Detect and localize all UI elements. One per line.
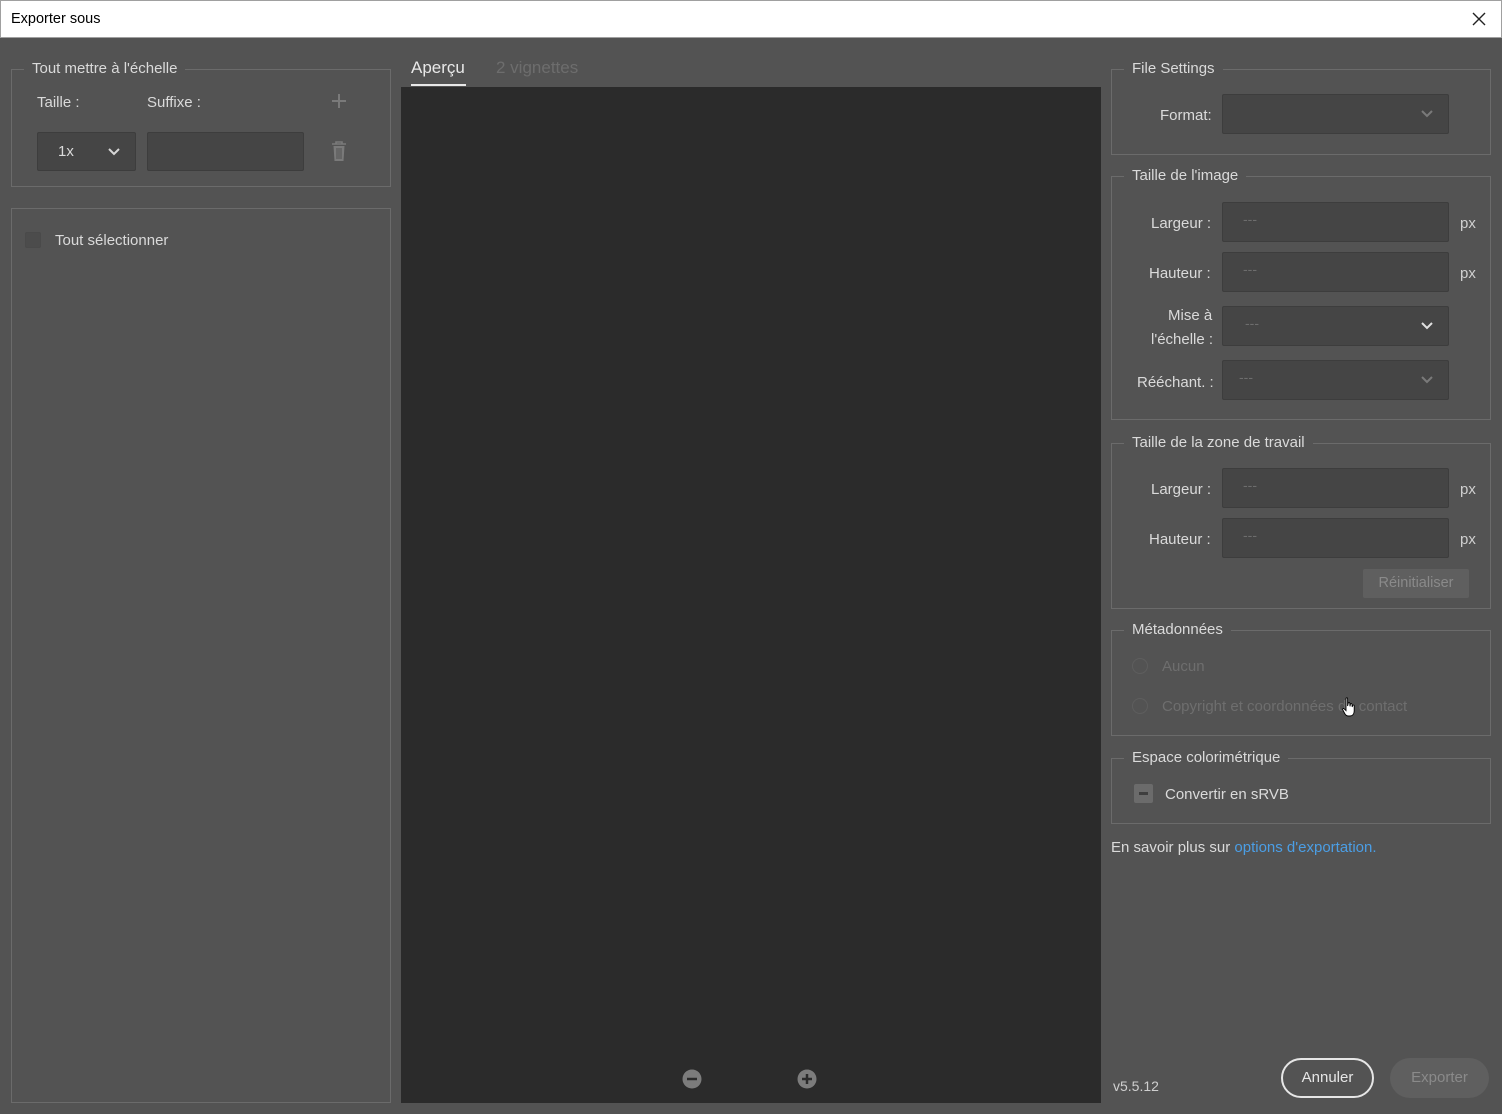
window-title: Exporter sous xyxy=(11,11,101,27)
image-width-label: Largeur : xyxy=(1151,215,1212,232)
resample-select[interactable]: --- xyxy=(1222,360,1449,400)
format-select[interactable] xyxy=(1222,94,1449,134)
close-icon[interactable] xyxy=(1469,9,1489,29)
canvas-size-legend: Taille de la zone de travail xyxy=(1124,434,1313,451)
scale-panel-legend: Tout mettre à l'échelle xyxy=(24,60,186,77)
trash-icon[interactable] xyxy=(330,140,348,162)
export-options-link[interactable]: options d'exportation. xyxy=(1234,839,1376,856)
version-label: v5.5.12 xyxy=(1113,1078,1159,1094)
suffix-label: Suffixe : xyxy=(147,94,201,111)
metadata-legend: Métadonnées xyxy=(1124,621,1231,638)
scale-select-value: --- xyxy=(1245,315,1259,331)
title-bar: Exporter sous xyxy=(0,0,1502,38)
image-size-legend: Taille de l'image xyxy=(1124,167,1247,184)
scale-label-line1: Mise à xyxy=(1168,307,1213,324)
chevron-down-icon xyxy=(1421,322,1433,330)
file-settings-legend: File Settings xyxy=(1124,60,1223,77)
convert-srgb-checkbox[interactable] xyxy=(1134,784,1153,803)
metadata-copyright-label[interactable]: Copyright et coordonnées de contact xyxy=(1162,698,1407,715)
metadata-copyright-radio[interactable] xyxy=(1132,698,1148,714)
preview-canvas[interactable] xyxy=(401,87,1101,1103)
cancel-button[interactable]: Annuler xyxy=(1281,1058,1374,1098)
size-select[interactable]: 1x xyxy=(37,132,136,171)
color-space-legend: Espace colorimétrique xyxy=(1124,749,1289,766)
learn-more-prefix: En savoir plus sur xyxy=(1111,839,1235,856)
zoom-out-icon[interactable] xyxy=(682,1069,702,1089)
select-all-label[interactable]: Tout sélectionner xyxy=(55,232,168,249)
metadata-none-label[interactable]: Aucun xyxy=(1162,658,1205,675)
learn-more-text: En savoir plus sur options d'exportation… xyxy=(1111,839,1377,856)
suffix-input[interactable] xyxy=(147,132,304,171)
canvas-width-placeholder: --- xyxy=(1243,477,1257,493)
scale-label-line2: l'échelle : xyxy=(1151,331,1214,348)
image-height-input[interactable]: --- xyxy=(1222,252,1449,292)
metadata-none-radio[interactable] xyxy=(1132,658,1148,674)
image-height-label: Hauteur : xyxy=(1149,265,1211,282)
resample-label: Rééchant. : xyxy=(1137,374,1214,391)
indeterminate-mark xyxy=(1139,792,1148,795)
reset-button[interactable]: Réinitialiser xyxy=(1363,569,1469,598)
image-width-input[interactable]: --- xyxy=(1222,202,1449,242)
canvas-width-unit: px xyxy=(1460,481,1476,498)
artboard-list-panel xyxy=(11,208,391,1103)
canvas-width-input[interactable]: --- xyxy=(1222,468,1449,508)
canvas-width-label: Largeur : xyxy=(1151,481,1212,498)
format-label: Format: xyxy=(1160,107,1212,124)
zoom-in-icon[interactable] xyxy=(797,1069,817,1089)
canvas-height-placeholder: --- xyxy=(1243,527,1257,543)
image-width-placeholder: --- xyxy=(1243,211,1257,227)
chevron-down-icon xyxy=(108,147,120,155)
image-width-unit: px xyxy=(1460,215,1476,232)
image-height-placeholder: --- xyxy=(1243,261,1257,277)
metadata-panel: Métadonnées xyxy=(1111,621,1491,736)
select-all-checkbox[interactable] xyxy=(25,232,41,248)
convert-srgb-label[interactable]: Convertir en sRVB xyxy=(1165,786,1289,803)
chevron-down-icon xyxy=(1421,376,1433,384)
canvas-height-unit: px xyxy=(1460,531,1476,548)
chevron-down-icon xyxy=(1421,110,1433,118)
image-height-unit: px xyxy=(1460,265,1476,282)
export-button[interactable]: Exporter xyxy=(1390,1058,1489,1098)
canvas-height-label: Hauteur : xyxy=(1149,531,1211,548)
tab-thumbnails[interactable]: 2 vignettes xyxy=(496,58,578,78)
scale-select[interactable]: --- xyxy=(1222,306,1449,346)
hand-cursor-icon xyxy=(1342,697,1355,717)
resample-select-value: --- xyxy=(1239,369,1253,385)
tab-preview-underline xyxy=(411,84,466,86)
canvas-height-input[interactable]: --- xyxy=(1222,518,1449,558)
size-label: Taille : xyxy=(37,94,80,111)
size-select-value: 1x xyxy=(58,143,74,160)
plus-icon[interactable] xyxy=(331,93,347,109)
tab-preview[interactable]: Aperçu xyxy=(411,58,465,78)
